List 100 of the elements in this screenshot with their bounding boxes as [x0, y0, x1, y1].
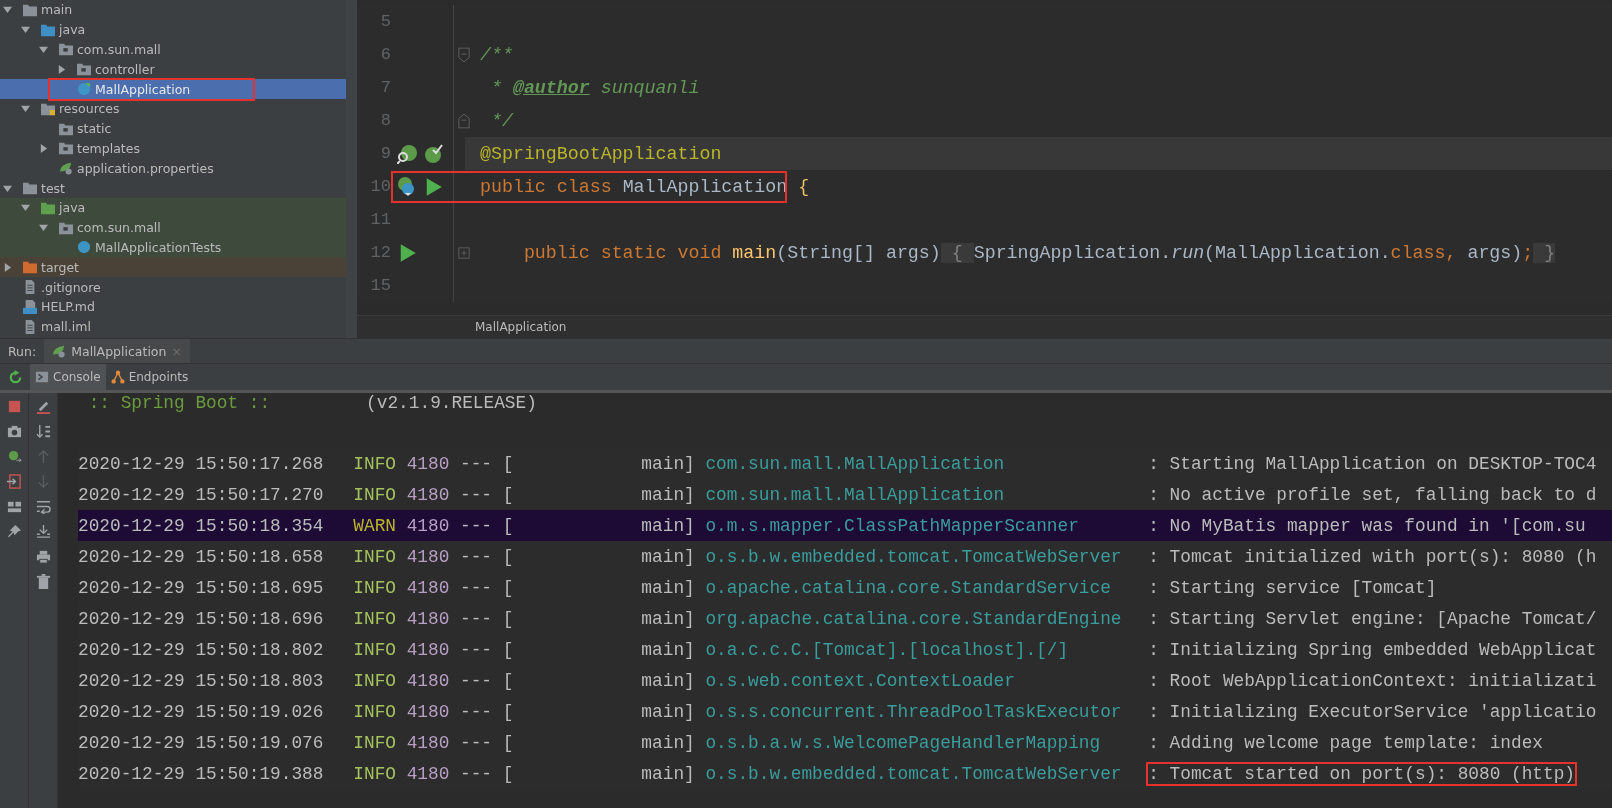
expand-arrow-icon[interactable]	[57, 64, 66, 74]
log-level: INFO	[353, 763, 397, 784]
markdown-file-icon	[23, 299, 37, 314]
tree-item[interactable]: target	[0, 257, 346, 278]
class-icon	[77, 240, 91, 255]
camera-icon[interactable]	[6, 424, 22, 439]
folder-icon	[41, 101, 55, 116]
leaf-check-icon[interactable]	[423, 143, 443, 164]
log-message: : Tomcat initialized with port(s): 8080 (h	[1148, 546, 1597, 567]
log-logger[interactable]: com.sun.mall.MallApplication	[705, 453, 1149, 474]
tree-item[interactable]: java	[0, 19, 346, 40]
tree-item[interactable]: mall.iml	[0, 316, 346, 337]
log-logger[interactable]: o.apache.catalina.core.StandardService	[705, 577, 1149, 598]
tree-item[interactable]: com.sun.mall	[0, 217, 346, 238]
trash-icon[interactable]	[35, 574, 51, 589]
folder-icon	[23, 260, 37, 275]
log-level: INFO	[353, 701, 397, 722]
log-thread: [ main]	[502, 639, 696, 660]
expand-arrow-icon[interactable]	[39, 223, 48, 233]
bean-icon[interactable]	[397, 176, 417, 197]
tree-item[interactable]: templates	[0, 138, 346, 159]
log-separator: ---	[460, 732, 493, 753]
stop-icon[interactable]	[6, 399, 22, 414]
log-logger[interactable]: o.s.s.concurrent.ThreadPoolTaskExecutor	[705, 701, 1149, 722]
expand-arrow-icon[interactable]	[39, 45, 48, 54]
class-icon	[77, 82, 91, 97]
log-logger[interactable]: o.m.s.mapper.ClassPathMapperScanner	[705, 515, 1149, 536]
line-number: 12	[369, 243, 391, 262]
log-timestamp: 2020-12-29 15:50:19.076	[78, 732, 325, 753]
log-timestamp: 2020-12-29 15:50:18.802	[78, 639, 325, 660]
console-tab[interactable]: Console	[30, 364, 106, 390]
log-message: : Starting MallApplication on DESKTOP-TOC4	[1148, 453, 1597, 474]
log-message: : Initializing Spring embedded WebApplicat	[1148, 639, 1597, 660]
log-timestamp: 2020-12-29 15:50:18.354	[78, 515, 325, 536]
fold-marker-icon[interactable]	[458, 244, 470, 261]
code-line: public class MallApplication {	[479, 176, 810, 197]
expand-arrow-icon[interactable]	[39, 143, 48, 153]
expand-arrow-icon[interactable]	[3, 5, 12, 15]
log-timestamp: 2020-12-29 15:50:18.803	[78, 670, 325, 691]
tree-item[interactable]: test	[0, 178, 346, 198]
tree-item[interactable]: MallApplication	[0, 79, 346, 99]
tree-item[interactable]: MallApplicationTests	[0, 237, 346, 258]
wrap-icon[interactable]	[35, 499, 51, 514]
log-logger[interactable]: com.sun.mall.MallApplication	[705, 484, 1149, 505]
expand-arrow-icon[interactable]	[21, 25, 30, 35]
sort-icon[interactable]	[35, 424, 51, 439]
log-message: : No active profile set, falling back to d	[1148, 484, 1597, 505]
banner-version: (v2.1.9.RELEASE)	[366, 393, 537, 413]
folder-icon	[23, 2, 37, 17]
pin-icon[interactable]	[6, 524, 22, 539]
log-logger[interactable]: o.s.web.context.ContextLoader	[705, 670, 1149, 691]
console-icon	[35, 370, 49, 384]
console-tab[interactable]: Endpoints	[105, 364, 194, 390]
line-number: 10	[369, 177, 391, 196]
log-timestamp: 2020-12-29 15:50:19.388	[78, 763, 325, 784]
fold-marker-icon[interactable]	[458, 46, 470, 63]
breadcrumb[interactable]: MallApplication	[475, 320, 567, 334]
log-logger[interactable]: o.s.b.w.embedded.tomcat.TomcatWebServer	[705, 763, 1149, 784]
log-level: INFO	[353, 639, 397, 660]
scroll-to-end-icon[interactable]	[35, 524, 51, 539]
log-timestamp: 2020-12-29 15:50:17.268	[78, 453, 325, 474]
run-tab[interactable]: MallApplication ×	[44, 339, 190, 363]
log-thread: [ main]	[502, 608, 696, 629]
folder-icon	[59, 121, 73, 136]
tree-item[interactable]: resources	[0, 99, 346, 119]
folder-icon	[77, 62, 91, 77]
tree-item[interactable]: controller	[0, 59, 346, 80]
log-logger[interactable]: o.a.c.c.C.[Tomcat].[localhost].[/]	[705, 639, 1149, 660]
pencil-icon[interactable]	[35, 399, 51, 414]
line-number: 15	[369, 276, 391, 295]
fold-marker-icon[interactable]	[458, 112, 470, 129]
code-line: public static void main(String[] args) { SpringApplication.run(MallApplication.class, args); }	[522, 242, 1556, 263]
rerun-icon[interactable]	[7, 369, 23, 385]
log-pid: 4180	[406, 515, 451, 536]
tree-item[interactable]: main	[0, 0, 346, 20]
expand-arrow-icon[interactable]	[21, 203, 30, 213]
tree-item[interactable]: .gitignore	[0, 277, 346, 297]
log-pid: 4180	[406, 701, 451, 722]
expand-arrow-icon[interactable]	[3, 262, 12, 272]
print-icon[interactable]	[35, 549, 51, 564]
expand-arrow-icon[interactable]	[21, 104, 30, 114]
tree-item[interactable]: HELP.md	[0, 296, 346, 317]
expand-arrow-icon[interactable]	[3, 183, 12, 193]
exit-icon[interactable]	[6, 474, 22, 489]
log-logger[interactable]: o.s.b.a.w.s.WelcomePageHandlerMapping	[705, 732, 1149, 753]
tree-item[interactable]: application.properties	[0, 158, 346, 179]
log-separator: ---	[460, 639, 493, 660]
leaf-search-icon[interactable]	[397, 143, 417, 164]
log-logger[interactable]: o.s.b.w.embedded.tomcat.TomcatWebServer	[705, 546, 1149, 567]
banner-title: :: Spring Boot ::	[87, 393, 272, 413]
folder-icon	[41, 22, 55, 37]
log-separator: ---	[460, 515, 493, 536]
log-timestamp: 2020-12-29 15:50:17.270	[78, 484, 325, 505]
endpoints-icon	[110, 370, 125, 384]
tree-item[interactable]: com.sun.mall	[0, 39, 346, 60]
log-logger[interactable]: org.apache.catalina.core.StandardEngine	[705, 608, 1149, 629]
tree-item[interactable]: static	[0, 118, 346, 139]
layout-icon[interactable]	[6, 499, 22, 514]
log-thread: [ main]	[502, 515, 696, 536]
tree-item[interactable]: java	[0, 197, 346, 218]
